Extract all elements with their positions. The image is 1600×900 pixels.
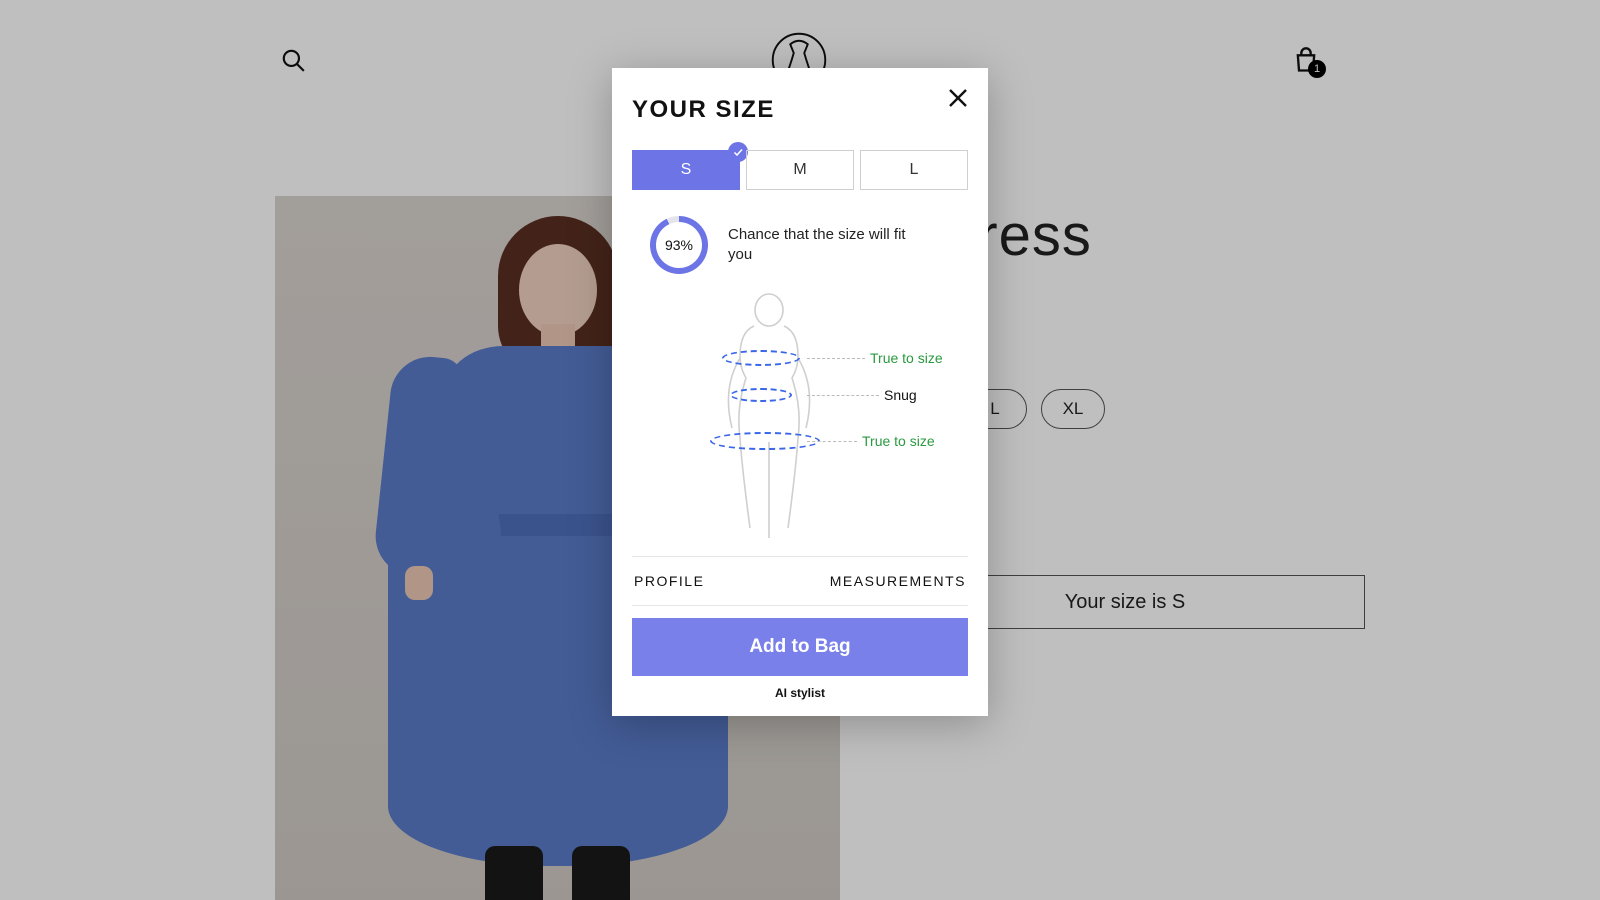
fit-percentage: 93% [656, 222, 702, 268]
close-button[interactable] [946, 86, 970, 110]
fit-label-hip: True to size [862, 433, 935, 449]
modal-title: YOUR SIZE [632, 96, 968, 124]
fit-label-waist: Snug [884, 387, 917, 403]
modal-size-s[interactable]: S [632, 150, 740, 190]
modal-size-tabs: S M L [632, 150, 968, 190]
modal-footer-links: PROFILE MEASUREMENTS [632, 556, 968, 606]
add-to-bag-button[interactable]: Add to Bag [632, 618, 968, 676]
fit-silhouette: True to size Snug True to size [632, 292, 968, 552]
ai-stylist-tag: AI stylist [632, 686, 968, 700]
waist-band-icon [730, 388, 792, 402]
modal-size-s-label: S [681, 161, 692, 179]
fit-ring-icon: 93% [650, 216, 708, 274]
modal-size-l[interactable]: L [860, 150, 968, 190]
fit-probability: 93% Chance that the size will fit you [632, 216, 968, 274]
measurements-link[interactable]: MEASUREMENTS [830, 573, 966, 589]
modal-size-m[interactable]: M [746, 150, 854, 190]
profile-link[interactable]: PROFILE [634, 573, 704, 589]
hip-band-icon [710, 432, 820, 450]
check-icon [728, 142, 748, 162]
body-outline-icon [704, 292, 834, 542]
fit-label-bust: True to size [870, 350, 943, 366]
bust-band-icon [722, 350, 800, 366]
size-modal: YOUR SIZE S M L 93% Chance that the size… [612, 68, 988, 716]
fit-description: Chance that the size will fit you [728, 225, 928, 266]
leader-line [807, 395, 879, 396]
leader-line [807, 358, 865, 359]
leader-line [807, 441, 857, 442]
